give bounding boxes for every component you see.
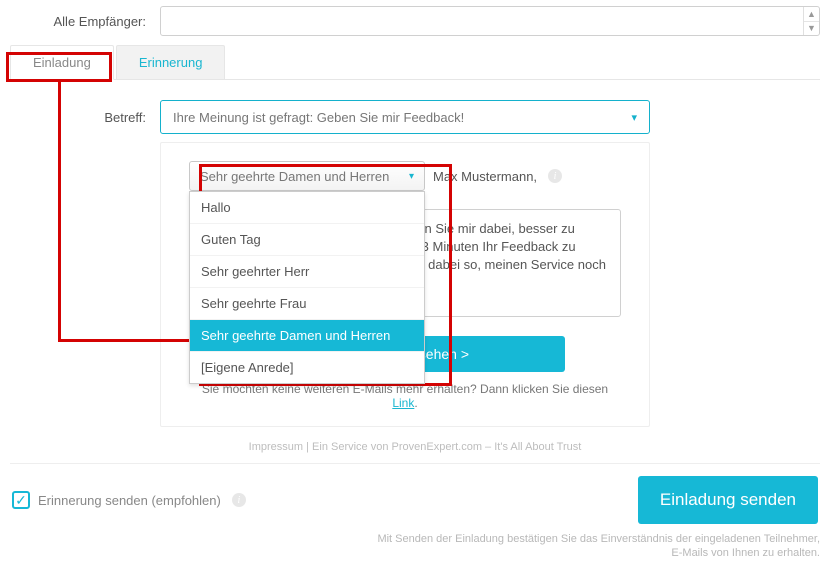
info-icon[interactable]: i — [232, 493, 246, 507]
salutation-option[interactable]: Guten Tag — [190, 223, 424, 255]
tab-invitation[interactable]: Einladung — [10, 45, 114, 80]
subject-label: Betreff: — [10, 110, 150, 125]
recipients-input[interactable] — [160, 6, 820, 36]
tabs-bar: Einladung Erinnerung — [10, 44, 820, 80]
salutation-select[interactable]: Sehr geehrte Damen und Herren ▾ — [189, 161, 425, 191]
tab-reminder[interactable]: Erinnerung — [116, 45, 226, 79]
send-invitation-button[interactable]: Einladung senden — [638, 476, 818, 524]
subject-select[interactable]: Ihre Meinung ist gefragt: Geben Sie mir … — [160, 100, 650, 134]
chevron-down-icon: ▾ — [409, 171, 414, 182]
chevron-down-icon: ▾ — [631, 111, 637, 124]
reminder-checkbox[interactable]: ✓ — [12, 491, 30, 509]
opt-out-link[interactable]: Link — [392, 396, 414, 410]
consent-text: Mit Senden der Einladung bestätigen Sie … — [10, 532, 820, 561]
salutation-option[interactable]: [Eigene Anrede] — [190, 351, 424, 383]
info-icon[interactable]: i — [548, 169, 562, 183]
salutation-option[interactable]: Hallo — [190, 192, 424, 223]
recipients-stepper: ▲ ▼ — [803, 7, 819, 35]
subject-selected-text: Ihre Meinung ist gefragt: Geben Sie mir … — [173, 110, 464, 125]
salutation-option[interactable]: Sehr geehrte Damen und Herren — [190, 319, 424, 351]
salutation-selected-text: Sehr geehrte Damen und Herren — [200, 169, 389, 184]
recipients-label: Alle Empfänger: — [10, 14, 150, 29]
salutation-option[interactable]: Sehr geehrte Frau — [190, 287, 424, 319]
opt-out-text: Sie möchten keine weiteren E-Mails mehr … — [189, 382, 621, 410]
imprint-text: Impressum | Ein Service von ProvenExpert… — [10, 441, 820, 453]
reminder-checkbox-label: Erinnerung senden (empfohlen) — [38, 493, 221, 508]
stepper-down-icon[interactable]: ▼ — [804, 22, 819, 36]
stepper-up-icon[interactable]: ▲ — [804, 7, 819, 22]
salutation-dropdown-list[interactable]: HalloGuten TagSehr geehrter HerrSehr gee… — [189, 191, 425, 384]
salutation-option[interactable]: Sehr geehrter Herr — [190, 255, 424, 287]
recipient-name-placeholder: Max Mustermann, — [433, 169, 537, 184]
email-card: Sehr geehrte Damen und Herren ▾ HalloGut… — [160, 142, 650, 427]
